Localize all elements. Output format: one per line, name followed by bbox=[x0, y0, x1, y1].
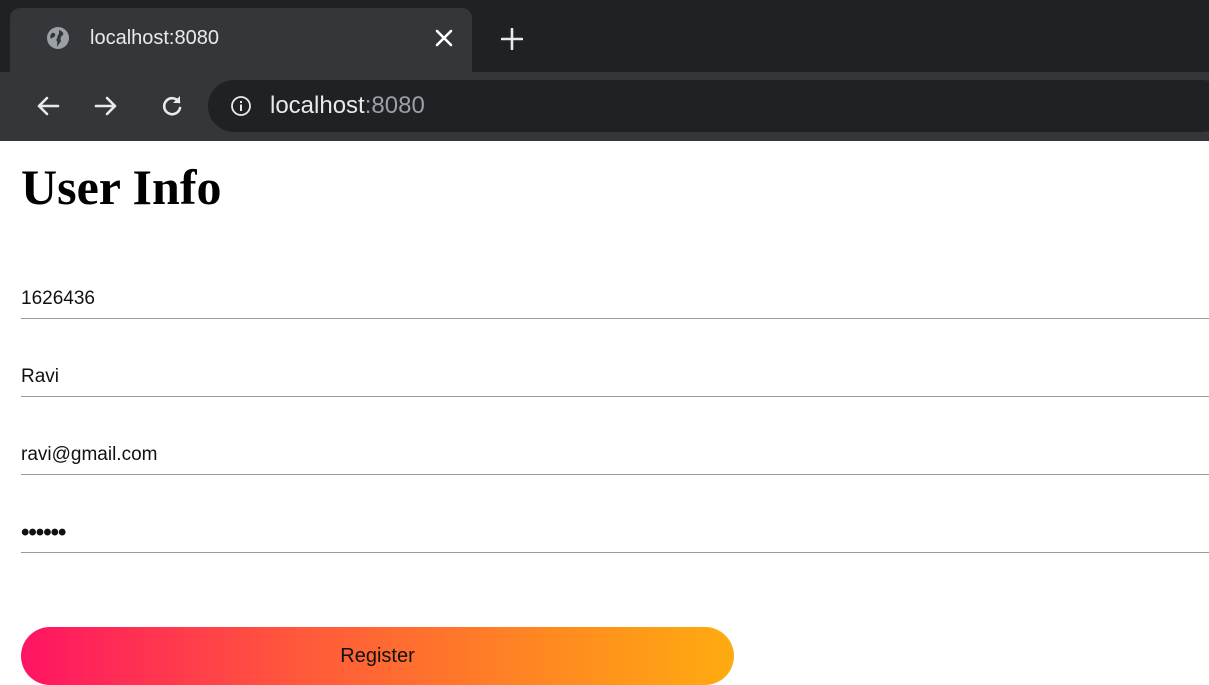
page-title: User Info bbox=[21, 159, 222, 215]
url-port: :8080 bbox=[364, 92, 425, 119]
back-arrow-icon[interactable] bbox=[30, 88, 66, 124]
tab-close-icon[interactable] bbox=[430, 24, 458, 52]
url-text[interactable]: localhost:8080 bbox=[270, 91, 425, 121]
globe-icon bbox=[46, 26, 70, 50]
page-content: User Info Register bbox=[0, 141, 1209, 685]
password-input[interactable] bbox=[21, 513, 1209, 553]
forward-arrow-icon[interactable] bbox=[88, 88, 124, 124]
register-button[interactable]: Register bbox=[21, 627, 734, 685]
tab-strip: localhost:8080 bbox=[0, 0, 1209, 72]
url-host: localhost bbox=[270, 92, 365, 119]
browser-chrome: localhost:8080 localhost:8080 bbox=[0, 0, 1209, 141]
reload-icon[interactable] bbox=[154, 88, 190, 124]
new-tab-plus-icon[interactable] bbox=[497, 24, 527, 54]
email-input[interactable] bbox=[21, 435, 1209, 475]
name-input[interactable] bbox=[21, 357, 1209, 397]
tab-title: localhost:8080 bbox=[90, 27, 219, 49]
address-bar[interactable]: localhost:8080 bbox=[208, 80, 1209, 132]
info-icon[interactable] bbox=[230, 95, 252, 117]
browser-toolbar: localhost:8080 bbox=[0, 72, 1209, 141]
id-input[interactable] bbox=[21, 279, 1209, 319]
browser-tab[interactable]: localhost:8080 bbox=[10, 8, 472, 72]
